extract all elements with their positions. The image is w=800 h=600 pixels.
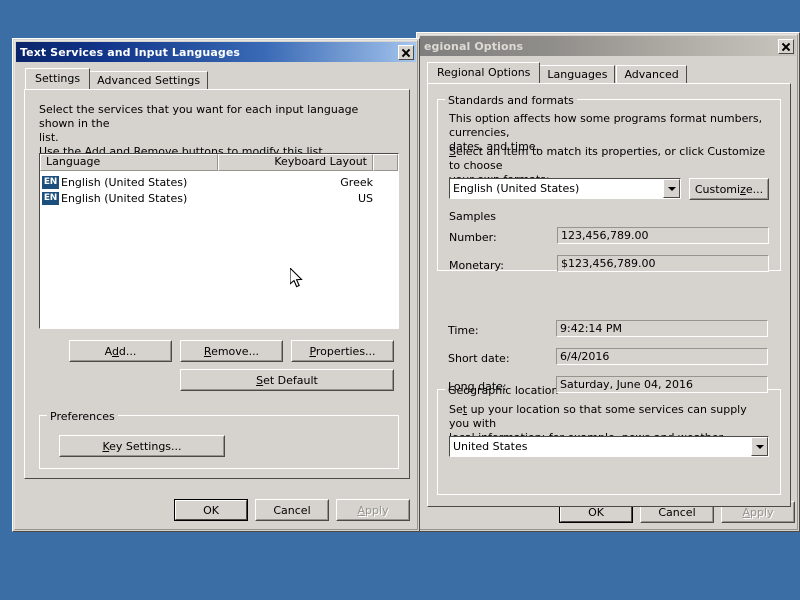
sample-time-label: Time: <box>448 324 479 337</box>
listview-header: Language Keyboard Layout <box>40 154 398 171</box>
standards-select-accel: S <box>449 145 456 158</box>
language-badge-icon: EN <box>42 175 59 189</box>
sample-longdate-value-field: Saturday, June 04, 2016 <box>556 376 768 393</box>
sample-longdate-label: Long date: <box>448 380 507 393</box>
text-services-cancel-button[interactable]: Cancel <box>255 499 329 521</box>
text-services-ok-label: OK <box>203 503 219 517</box>
preferences-group-title: Preferences <box>47 410 118 423</box>
geographic-location-group: Geographic location Set up your location… <box>437 384 781 495</box>
standards-group-title: Standards and formats <box>445 94 577 107</box>
sample-time-value: 9:42:14 PM <box>560 322 623 335</box>
desc-line2: list. <box>39 131 59 144</box>
sample-number-value: 123,456,789.00 <box>561 229 649 242</box>
close-icon[interactable] <box>398 44 414 60</box>
text-services-description: Select the services that you want for ea… <box>39 103 391 159</box>
listview-column-spacer[interactable] <box>373 154 398 171</box>
customize-button-label: Customize... <box>694 182 764 196</box>
samples-heading: Samples <box>449 210 496 223</box>
row-keyboard-layout: US <box>357 191 373 205</box>
chevron-down-icon[interactable] <box>751 437 768 456</box>
standards-select-line1: elect an item to match its properties, o… <box>449 145 766 172</box>
set-default-button[interactable]: Set Default <box>180 369 394 391</box>
regional-apply-label: Apply <box>742 505 774 519</box>
text-services-titlebar[interactable]: Text Services and Input Languages <box>16 42 416 62</box>
sample-monetary-value-field: $123,456,789.00 <box>557 255 769 272</box>
sample-shortdate-value-field: 6/4/2016 <box>556 348 768 365</box>
table-row[interactable]: EN English (United States) Greek <box>40 174 398 190</box>
set-default-button-label: Set Default <box>256 373 318 387</box>
sample-time-value-field: 9:42:14 PM <box>556 320 768 337</box>
standards-desc-line1: This option affects how some programs fo… <box>449 112 763 139</box>
text-services-cancel-label: Cancel <box>273 503 311 517</box>
add-button[interactable]: Add... <box>69 340 172 362</box>
regional-cancel-label: Cancel <box>658 505 696 519</box>
sample-monetary-label: Monetary: <box>449 259 504 272</box>
geographic-desc-pre: Se <box>449 403 463 416</box>
table-row[interactable]: EN English (United States) US <box>40 190 398 206</box>
tab-settings[interactable]: Settings <box>25 68 91 89</box>
regional-ok-label: OK <box>588 505 604 519</box>
sample-longdate-value: Saturday, June 04, 2016 <box>560 378 693 391</box>
properties-button-label: Properties... <box>309 344 376 358</box>
tab-regional-options[interactable]: Regional Options <box>427 62 541 83</box>
regional-options-titlebar[interactable]: egional Options <box>420 36 796 56</box>
key-settings-button[interactable]: Key Settings... <box>59 435 225 457</box>
text-services-ok-button[interactable]: OK <box>174 499 248 521</box>
standards-and-formats-group: Standards and formats This option affect… <box>437 94 781 272</box>
customize-button[interactable]: Customize... <box>689 178 769 200</box>
regional-options-tabstrip[interactable]: Regional Options Languages Advanced <box>427 62 688 83</box>
listview-column-keyboard-layout[interactable]: Keyboard Layout <box>218 154 373 171</box>
tab-languages[interactable]: Languages <box>539 65 616 83</box>
sample-monetary-value: $123,456,789.00 <box>561 257 656 270</box>
language-badge-icon: EN <box>42 191 59 205</box>
input-languages-listview[interactable]: Language Keyboard Layout EN English (Uni… <box>39 153 399 329</box>
geographic-location-value: United States <box>453 440 528 453</box>
row-language: English (United States) <box>61 175 188 189</box>
remove-button-label: Remove... <box>203 344 260 358</box>
preferences-group: Preferences Key Settings... <box>39 410 399 469</box>
tab-advanced-settings[interactable]: Advanced Settings <box>89 71 209 89</box>
text-services-tabstrip[interactable]: Settings Advanced Settings <box>25 68 209 89</box>
sample-shortdate-value: 6/4/2016 <box>560 350 610 363</box>
add-button-label: Add... <box>104 344 137 358</box>
tab-advanced[interactable]: Advanced <box>616 65 687 83</box>
row-keyboard-layout: Greek <box>340 175 373 189</box>
locale-combo[interactable]: English (United States) <box>449 178 681 199</box>
locale-combo-value: English (United States) <box>453 182 580 195</box>
text-services-dialog: Text Services and Input Languages Settin… <box>12 38 420 532</box>
text-services-title: Text Services and Input Languages <box>20 45 241 59</box>
regional-options-dialog: egional Options Regional Options Languag… <box>416 32 800 532</box>
geographic-location-combo[interactable]: United States <box>449 436 769 457</box>
properties-button[interactable]: Properties... <box>291 340 394 362</box>
chevron-down-icon[interactable] <box>663 179 680 198</box>
remove-button[interactable]: Remove... <box>180 340 283 362</box>
text-services-apply-button: Apply <box>336 499 410 521</box>
row-language: English (United States) <box>61 191 188 205</box>
geographic-desc-line1: up your location so that some services c… <box>449 403 747 430</box>
listview-column-language[interactable]: Language <box>40 154 218 171</box>
regional-options-title: egional Options <box>424 39 524 53</box>
sample-number-value-field: 123,456,789.00 <box>557 227 769 244</box>
sample-shortdate-label: Short date: <box>448 352 510 365</box>
desc-line1: Select the services that you want for ea… <box>39 103 359 130</box>
close-icon[interactable] <box>778 38 794 54</box>
text-services-apply-label: Apply <box>357 503 389 517</box>
key-settings-button-label: Key Settings... <box>102 439 182 453</box>
sample-number-label: Number: <box>449 231 497 244</box>
